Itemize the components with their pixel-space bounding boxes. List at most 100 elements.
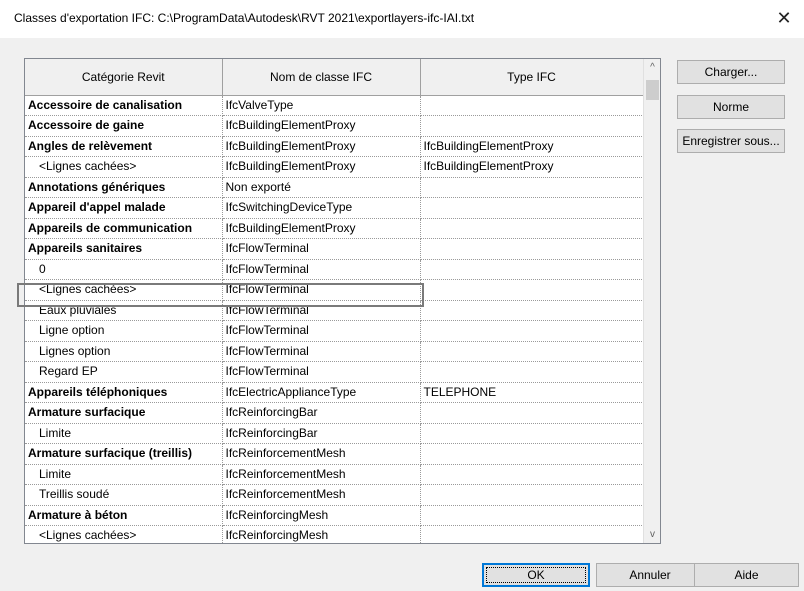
table-row[interactable]: Annotations génériques Non exporté [25,177,644,198]
cell-revit-category[interactable]: <Lignes cachées> [25,525,223,543]
cell-ifc-class-name[interactable]: IfcBuildingElementProxy [222,115,421,137]
cell-revit-category[interactable]: Appareils de communication [25,218,223,239]
table-row[interactable]: Angles de relèvement IfcBuildingElementPr… [25,136,644,157]
cell-ifc-type[interactable] [420,443,644,465]
cell-revit-category[interactable]: Ligne option [25,320,223,342]
cell-ifc-class-name[interactable]: IfcReinforcingMesh [222,525,421,543]
close-icon[interactable]: ✕ [772,6,796,30]
cell-revit-category[interactable]: Annotations génériques [25,177,223,198]
cell-revit-category[interactable]: Appareil d'appel malade [25,197,223,219]
cell-ifc-class-name[interactable]: IfcReinforcingBar [222,402,421,424]
cell-ifc-class-name[interactable]: IfcReinforcingBar [222,423,421,444]
cancel-button[interactable]: Annuler [596,563,704,587]
cell-ifc-class-name[interactable]: IfcReinforcingMesh [222,505,421,526]
cell-revit-category[interactable]: Eaux pluviales [25,300,223,321]
cell-ifc-class-name[interactable]: IfcFlowTerminal [222,279,421,301]
cell-ifc-type[interactable] [420,505,644,526]
cell-ifc-type[interactable]: IfcBuildingElementProxy [420,136,644,157]
cell-ifc-type[interactable] [420,177,644,198]
table-row[interactable]: Armature surfacique (treillis) IfcReinfor… [25,443,644,465]
cell-revit-category[interactable]: 0 [25,259,223,280]
cell-ifc-class-name[interactable]: IfcBuildingElementProxy [222,136,421,157]
cell-ifc-class-name[interactable]: IfcReinforcementMesh [222,484,421,506]
cell-ifc-type[interactable] [420,238,644,260]
table-row[interactable]: Limite IfcReinforcementMesh [25,464,644,485]
cell-ifc-class-name[interactable]: IfcElectricApplianceType [222,382,421,403]
cell-ifc-type[interactable] [420,361,644,383]
cell-revit-category[interactable]: Lignes option [25,341,223,362]
cell-revit-category[interactable]: Armature à béton [25,505,223,526]
cell-ifc-type[interactable] [420,115,644,137]
cell-ifc-class-name[interactable]: IfcSwitchingDeviceType [222,197,421,219]
cell-revit-category[interactable]: Limite [25,423,223,444]
table-row[interactable]: <Lignes cachées> IfcFlowTerminal [25,279,644,301]
cell-ifc-class-name[interactable]: IfcFlowTerminal [222,361,421,383]
cell-ifc-type[interactable] [420,525,644,543]
cell-revit-category[interactable]: Armature surfacique (treillis) [25,443,223,465]
table-row[interactable]: <Lignes cachées> IfcBuildingElementProxy I… [25,156,644,178]
cell-ifc-type[interactable] [420,259,644,280]
table-row[interactable]: Limite IfcReinforcingBar [25,423,644,444]
cell-ifc-type[interactable] [420,484,644,506]
cell-ifc-type[interactable] [420,279,644,301]
table-row[interactable]: 0 IfcFlowTerminal [25,259,644,280]
cell-revit-category[interactable]: Treillis soudé [25,484,223,506]
table-row[interactable]: Appareils de communication IfcBuildingEle… [25,218,644,239]
table-row[interactable]: Armature surfacique IfcReinforcingBar [25,402,644,424]
help-button[interactable]: Aide [694,563,799,587]
column-header-ifc-type[interactable]: Type IFC [420,59,644,96]
cell-revit-category[interactable]: Angles de relèvement [25,136,223,157]
table-row[interactable]: Treillis soudé IfcReinforcementMesh [25,484,644,506]
cell-ifc-class-name[interactable]: IfcFlowTerminal [222,320,421,342]
table-row[interactable]: Eaux pluviales IfcFlowTerminal [25,300,644,321]
table-row[interactable]: Appareils téléphoniques IfcElectricApplia… [25,382,644,403]
cell-ifc-type[interactable] [420,423,644,444]
cell-revit-category[interactable]: Accessoire de gaine [25,115,223,137]
table-row[interactable]: <Lignes cachées> IfcReinforcingMesh [25,525,644,543]
cell-ifc-class-name[interactable]: IfcReinforcementMesh [222,464,421,485]
cell-ifc-type[interactable] [420,197,644,219]
cell-ifc-class-name[interactable]: IfcValveType [222,95,421,116]
cell-revit-category[interactable]: <Lignes cachées> [25,279,223,301]
table-row[interactable]: Ligne option IfcFlowTerminal [25,320,644,342]
cell-ifc-class-name[interactable]: IfcBuildingElementProxy [222,156,421,178]
vertical-scrollbar[interactable]: ^ v [643,59,660,543]
table-row[interactable]: Accessoire de canalisation IfcValveType [25,95,644,116]
cell-ifc-class-name[interactable]: IfcFlowTerminal [222,259,421,280]
cell-ifc-class-name[interactable]: IfcFlowTerminal [222,341,421,362]
cell-revit-category[interactable]: Appareils sanitaires [25,238,223,260]
cell-ifc-type[interactable] [420,218,644,239]
cell-ifc-class-name[interactable]: IfcFlowTerminal [222,238,421,260]
column-header-revit-category[interactable]: Catégorie Revit [25,59,223,96]
ok-button[interactable]: OK [482,563,590,587]
cell-ifc-type[interactable] [420,320,644,342]
cell-ifc-class-name[interactable]: IfcFlowTerminal [222,300,421,321]
table-row[interactable]: Appareils sanitaires IfcFlowTerminal [25,238,644,260]
scroll-down-icon[interactable]: v [644,526,660,543]
column-header-ifc-class-name[interactable]: Nom de classe IFC [222,59,421,96]
cell-revit-category[interactable]: Armature surfacique [25,402,223,424]
cell-revit-category[interactable]: Regard EP [25,361,223,383]
cell-ifc-type[interactable] [420,95,644,116]
cell-ifc-class-name[interactable]: IfcReinforcementMesh [222,443,421,465]
cell-ifc-class-name[interactable]: IfcBuildingElementProxy [222,218,421,239]
cell-ifc-type[interactable]: TELEPHONE [420,382,644,403]
cell-ifc-type[interactable] [420,341,644,362]
cell-ifc-type[interactable] [420,402,644,424]
table-row[interactable]: Lignes option IfcFlowTerminal [25,341,644,362]
cell-revit-category[interactable]: Appareils téléphoniques [25,382,223,403]
standard-button[interactable]: Norme [677,95,785,119]
cell-revit-category[interactable]: <Lignes cachées> [25,156,223,178]
table-row[interactable]: Armature à béton IfcReinforcingMesh [25,505,644,526]
table-row[interactable]: Regard EP IfcFlowTerminal [25,361,644,383]
scroll-thumb[interactable] [646,80,659,100]
cell-ifc-type[interactable] [420,464,644,485]
cell-ifc-type[interactable]: IfcBuildingElementProxy [420,156,644,178]
save-as-button[interactable]: Enregistrer sous... [677,129,785,153]
cell-revit-category[interactable]: Accessoire de canalisation [25,95,223,116]
load-button[interactable]: Charger... [677,60,785,84]
table-row[interactable]: Appareil d'appel malade IfcSwitchingDevic… [25,197,644,219]
cell-ifc-class-name[interactable]: Non exporté [222,177,421,198]
table-row[interactable]: Accessoire de gaine IfcBuildingElementPro… [25,115,644,137]
scroll-up-icon[interactable]: ^ [644,59,660,76]
